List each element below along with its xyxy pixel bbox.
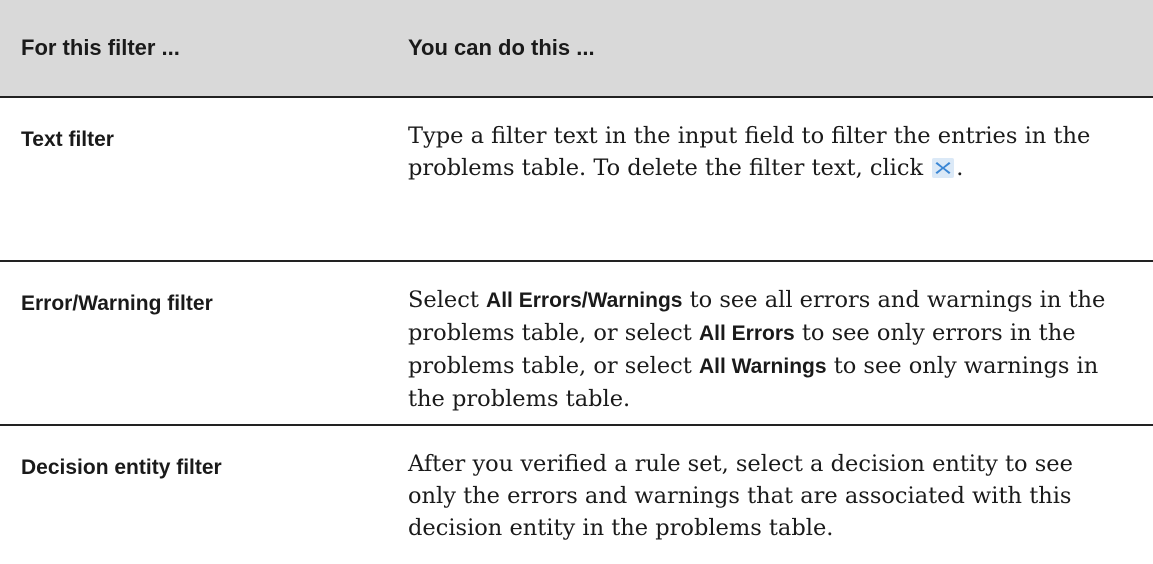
- filter-name-cell: Error/Warning filter: [0, 261, 392, 425]
- filter-description: Type a filter text in the input field to…: [392, 98, 1153, 184]
- desc-text: Select: [408, 287, 479, 313]
- table-row: Text filter Type a filter text in the in…: [0, 97, 1153, 261]
- header-filter: For this filter ...: [21, 35, 180, 60]
- close-icon: [932, 155, 955, 178]
- table-row: Decision entity filter After you verifie…: [0, 425, 1153, 562]
- header-action: You can do this ...: [408, 35, 595, 60]
- desc-text: .: [956, 155, 964, 181]
- desc-text: Type a filter text in the input field to…: [408, 123, 1091, 181]
- keyword-all-errors: All Errors: [698, 322, 795, 345]
- filter-name: Text filter: [21, 128, 114, 151]
- filter-name-cell: Decision entity filter: [0, 425, 392, 562]
- filter-description: After you verified a rule set, select a …: [408, 451, 1073, 541]
- filter-name-cell: Text filter: [0, 97, 392, 261]
- filter-desc-cell: Type a filter text in the input field to…: [392, 97, 1153, 261]
- filter-desc-cell: Select All Errors/Warnings to see all er…: [392, 261, 1153, 425]
- table-row: Error/Warning filter Select All Errors/W…: [0, 261, 1153, 425]
- keyword-all-errors-warnings: All Errors/Warnings: [486, 289, 683, 312]
- filter-name: Decision entity filter: [21, 456, 222, 479]
- table-header-row: For this filter ... You can do this ...: [0, 0, 1153, 97]
- filters-table: For this filter ... You can do this ... …: [0, 0, 1153, 562]
- filter-name: Error/Warning filter: [21, 292, 213, 315]
- keyword-all-warnings: All Warnings: [698, 355, 827, 378]
- filter-desc-cell: After you verified a rule set, select a …: [392, 425, 1153, 562]
- filter-description: Select All Errors/Warnings to see all er…: [392, 262, 1153, 415]
